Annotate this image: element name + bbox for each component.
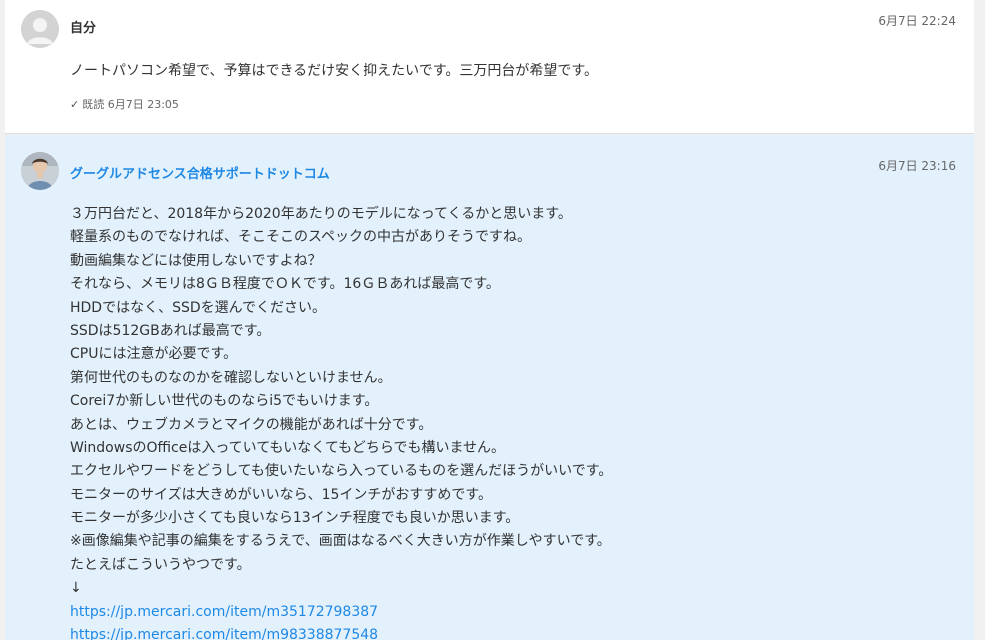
message-line: モニターのサイズは大きめがいいなら、15インチがおすすめです。 <box>70 486 492 503</box>
message-time: 6月7日 23:16 <box>878 159 956 173</box>
message-line: 軽量系のものでなければ、そこそこのスペックの中古がありそうですね。 <box>70 229 532 246</box>
message-line: ※画像編集や記事の編集をするうえで、画面はなるべく大きい方が作業しやすいです。 <box>70 533 611 550</box>
message-line: WindowsのOfficeは入っていてもいなくてもどちらでも構いません。 <box>70 439 506 456</box>
avatar-advisor[interactable] <box>21 152 59 190</box>
read-status-label: 既読 6月7日 23:05 <box>82 98 179 111</box>
message-line: SSDは512GBあれば最高です。 <box>70 322 271 339</box>
message-line: ３万円台だと、2018年から2020年あたりのモデルになってくるかと思います。 <box>70 206 572 222</box>
message-line: たとえばこういうやつです。 <box>70 556 251 573</box>
down-arrow-line: ↓ <box>70 580 82 597</box>
message-time: 6月7日 22:24 <box>878 14 956 28</box>
avatar-self[interactable] <box>21 10 59 48</box>
advisor-photo-icon <box>21 152 59 190</box>
product-link[interactable]: https://jp.mercari.com/item/m98338877548 <box>70 624 612 640</box>
message-line: あとは、ウェブカメラとマイクの機能があれば十分です。 <box>70 416 433 433</box>
check-icon: ✓ <box>70 98 80 111</box>
message-line: それなら、メモリは8ＧＢ程度でＯＫです。16ＧＢあれば最高です。 <box>70 276 500 293</box>
message-line: Corei7か新しい世代のものならi5でもいけます。 <box>70 393 379 410</box>
default-user-icon <box>21 10 59 48</box>
message-line: 動画編集などには使用しないですよね？ <box>70 252 322 269</box>
message-text: ノートパソコン希望で、予算はできるだけ安く抑えたいです。三万円台が希望です。 <box>70 63 598 79</box>
message-line: HDDではなく、SSDを選んでください。 <box>70 299 326 316</box>
sender-name-link[interactable]: グーグルアドセンス合格サポートドットコム <box>70 163 330 182</box>
message-body: ３万円台だと、2018年から2020年あたりのモデルになってくるかと思います。 … <box>70 203 612 640</box>
message-line: 第何世代のものなのかを確認しないといけません。 <box>70 369 392 386</box>
sender-name: 自分 <box>70 21 97 36</box>
message-line: CPUには注意が必要です。 <box>70 346 238 363</box>
message-reply: グーグルアドセンス合格サポートドットコム 6月7日 23:16 ３万円台だと、2… <box>5 135 974 640</box>
message-line: モニターが多少小さくても良いなら13インチ程度でも良いか思います。 <box>70 510 520 527</box>
message-thread: 自分 6月7日 22:24 ノートパソコン希望で、予算はできるだけ安く抑えたいで… <box>5 0 974 640</box>
message-line: エクセルやワードをどうしても使いたいなら入っているものを選んだほうがいいです。 <box>70 463 613 480</box>
read-status: ✓ 既読 6月7日 23:05 <box>70 96 179 112</box>
product-link[interactable]: https://jp.mercari.com/item/m35172798387 <box>70 601 612 624</box>
message-self: 自分 6月7日 22:24 ノートパソコン希望で、予算はできるだけ安く抑えたいで… <box>5 0 974 134</box>
